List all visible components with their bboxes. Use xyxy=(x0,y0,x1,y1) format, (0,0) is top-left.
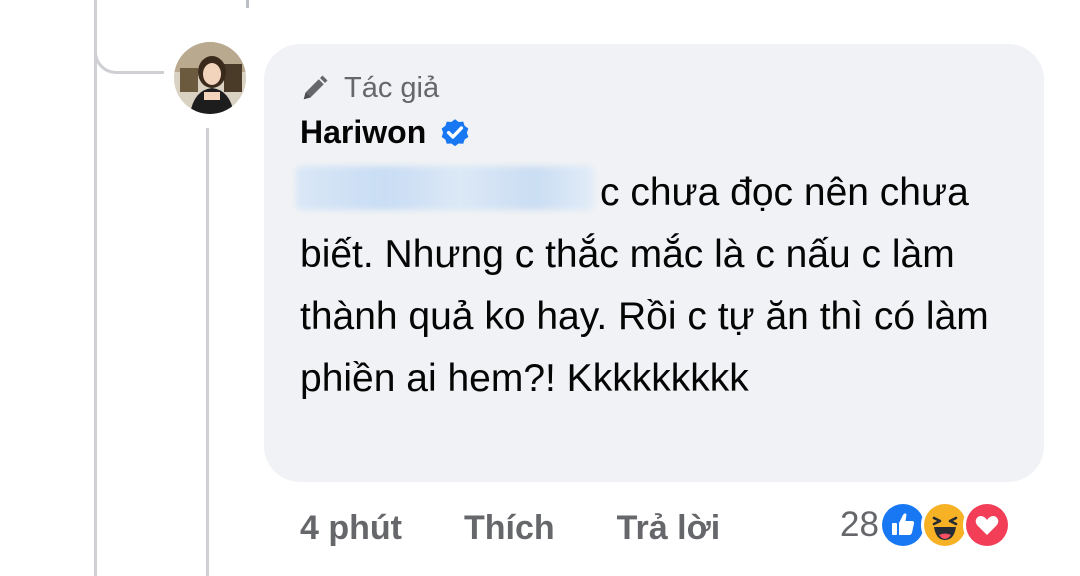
comment-timestamp[interactable]: 4 phút xyxy=(300,509,402,548)
reaction-summary[interactable]: 28 xyxy=(840,498,1011,552)
reply-thread-line xyxy=(206,128,209,576)
thread-divider xyxy=(246,0,249,8)
comment-text: c chưa đọc nên chưa biết. Nhưng c thắc m… xyxy=(300,171,989,400)
author-name[interactable]: Hariwon xyxy=(300,114,426,151)
reply-connector xyxy=(94,0,164,74)
avatar[interactable] xyxy=(174,42,246,114)
verified-badge-icon xyxy=(441,119,469,147)
haha-icon xyxy=(920,501,969,549)
avatar-image xyxy=(174,42,246,114)
pen-icon xyxy=(303,75,328,100)
reply-button[interactable]: Trả lời xyxy=(617,509,721,548)
reaction-count[interactable]: 28 xyxy=(840,505,879,545)
author-badge-label: Tác giả xyxy=(344,71,440,104)
like-button[interactable]: Thích xyxy=(464,509,555,548)
love-icon xyxy=(962,501,1011,549)
comment-actions: 4 phút Thích Trả lời xyxy=(300,500,720,556)
thread-line xyxy=(94,0,97,576)
like-icon xyxy=(878,501,927,549)
comment-author[interactable]: Hariwon xyxy=(300,112,472,152)
author-badge: Tác giả xyxy=(300,70,439,106)
